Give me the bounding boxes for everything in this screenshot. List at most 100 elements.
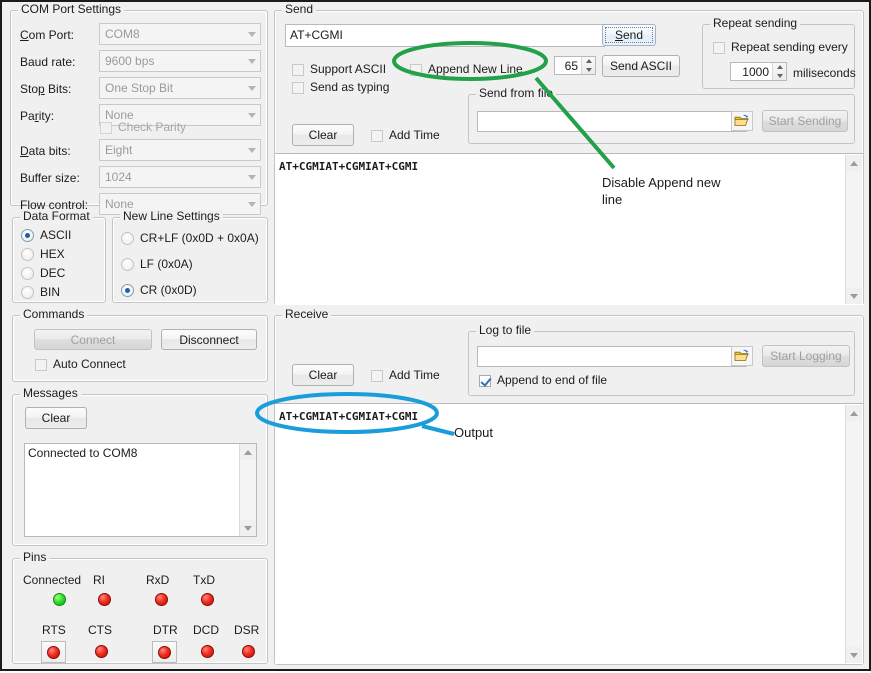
scroll-up-icon[interactable] xyxy=(846,405,862,421)
pin-led-ri xyxy=(98,593,111,606)
repeat-sending-checkbox[interactable]: Repeat sending every xyxy=(713,41,848,54)
pin-label-dtr: DTR xyxy=(153,623,178,637)
pin-led-rxd xyxy=(155,593,168,606)
pin-label-cts: CTS xyxy=(88,623,112,637)
scroll-down-icon[interactable] xyxy=(846,288,862,304)
baud-rate-combo[interactable]: 9600 bps xyxy=(99,50,261,72)
repeat-sending-label: Repeat sending every xyxy=(731,41,848,54)
start-logging-button[interactable]: Start Logging xyxy=(762,345,850,367)
data-bits-value: Eight xyxy=(105,143,132,157)
send-add-time-checkbox[interactable]: Add Time xyxy=(371,129,440,142)
pins-group: Pins Connected RI RxD TxD RTS CTS DTR DC… xyxy=(12,558,268,664)
radio-circle xyxy=(121,232,134,245)
blue-annotation-text: Output xyxy=(454,424,544,441)
radio-data-format-bin[interactable]: BIN xyxy=(21,286,60,299)
receive-clear-button[interactable]: Clear xyxy=(292,364,354,386)
pin-button-rts[interactable] xyxy=(41,641,66,663)
checkbox-box xyxy=(292,82,304,94)
start-sending-button[interactable]: Start Sending xyxy=(762,110,848,132)
send-from-file-path-input[interactable] xyxy=(477,111,747,132)
log-to-file-group: Log to file Start Logging Append to end … xyxy=(468,331,855,396)
receive-output-textarea[interactable]: AT+CGMIAT+CGMIAT+CGMI xyxy=(275,403,863,664)
pin-label-connected: Connected xyxy=(23,573,81,587)
messages-clear-button[interactable]: Clear xyxy=(25,407,87,429)
send-input-value: AT+CGMI xyxy=(290,28,343,42)
support-ascii-checkbox[interactable]: Support ASCII xyxy=(292,63,386,76)
spinner-arrows[interactable] xyxy=(772,63,786,80)
radio-circle xyxy=(121,258,134,271)
stop-bits-combo[interactable]: One Stop Bit xyxy=(99,77,261,99)
chevron-down-icon xyxy=(248,175,256,180)
spinner-up-icon xyxy=(777,65,783,69)
connect-button[interactable]: Connect xyxy=(34,329,152,350)
radio-data-format-dec[interactable]: DEC xyxy=(21,267,65,280)
repeat-sending-caption: Repeat sending xyxy=(710,17,800,29)
new-line-settings-group: New Line Settings CR+LF (0x0D + 0x0A) LF… xyxy=(112,217,268,303)
send-log-scrollbar[interactable] xyxy=(845,155,862,304)
checkbox-box xyxy=(292,64,304,76)
messages-scrollbar[interactable] xyxy=(239,444,256,536)
check-parity-label: Check Parity xyxy=(118,121,186,134)
append-new-line-checkbox[interactable]: Append New Line xyxy=(410,63,523,76)
pin-button-dtr[interactable] xyxy=(152,641,177,663)
send-as-typing-checkbox[interactable]: Send as typing xyxy=(292,81,389,94)
scroll-down-icon[interactable] xyxy=(240,520,256,536)
append-to-end-checkbox[interactable]: Append to end of file xyxy=(479,374,607,387)
log-to-file-browse-button[interactable] xyxy=(731,346,753,366)
radio-circle xyxy=(21,229,34,242)
send-log-textarea[interactable]: AT+CGMIAT+CGMIAT+CGMI xyxy=(275,153,863,305)
radio-label: CR+LF (0x0D + 0x0A) xyxy=(140,232,259,245)
send-from-file-browse-button[interactable] xyxy=(731,111,753,131)
radio-newline-lf[interactable]: LF (0x0A) xyxy=(121,258,193,271)
repeat-interval-value: 1000 xyxy=(731,64,772,80)
radio-label: DEC xyxy=(40,267,65,280)
data-bits-label: Data bits: xyxy=(20,144,71,158)
scroll-down-icon[interactable] xyxy=(846,647,862,663)
log-to-file-caption: Log to file xyxy=(476,324,534,336)
repeat-interval-spinner[interactable]: 1000 xyxy=(730,62,787,81)
radio-data-format-ascii[interactable]: ASCII xyxy=(21,229,71,242)
disconnect-button[interactable]: Disconnect xyxy=(161,329,257,350)
ascii-code-spinner[interactable]: 65 xyxy=(554,56,596,75)
buffer-size-combo[interactable]: 1024 xyxy=(99,166,261,188)
com-port-combo[interactable]: COM8 xyxy=(99,23,261,45)
parity-label: Parity: xyxy=(20,109,54,123)
new-line-settings-caption: New Line Settings xyxy=(120,210,223,222)
radio-newline-cr[interactable]: CR (0x0D) xyxy=(121,284,197,297)
data-bits-combo[interactable]: Eight xyxy=(99,139,261,161)
radio-circle xyxy=(121,284,134,297)
scroll-up-icon[interactable] xyxy=(240,444,256,460)
buffer-size-value: 1024 xyxy=(105,170,132,184)
pin-led-rts xyxy=(47,646,60,659)
radio-data-format-hex[interactable]: HEX xyxy=(21,248,65,261)
pin-led-dcd xyxy=(201,645,214,658)
repeat-sending-group: Repeat sending Repeat sending every 1000… xyxy=(702,24,855,89)
receive-add-time-checkbox[interactable]: Add Time xyxy=(371,369,440,382)
send-ascii-button[interactable]: Send ASCII xyxy=(602,55,680,77)
send-log-text: AT+CGMIAT+CGMIAT+CGMI xyxy=(279,159,845,174)
pin-led-txd xyxy=(201,593,214,606)
stop-bits-label: Stop Bits: xyxy=(20,82,71,96)
send-clear-label: Clear xyxy=(309,128,338,142)
send-add-time-label: Add Time xyxy=(389,129,440,142)
send-button[interactable]: Send xyxy=(602,24,656,46)
send-as-typing-label: Send as typing xyxy=(310,81,389,94)
checkbox-box xyxy=(371,130,383,142)
spinner-down-icon xyxy=(586,68,592,72)
messages-clear-label: Clear xyxy=(42,411,71,425)
send-clear-button[interactable]: Clear xyxy=(292,124,354,146)
pin-led-dsr xyxy=(242,645,255,658)
spinner-arrows[interactable] xyxy=(581,57,595,74)
messages-textarea[interactable]: Connected to COM8 xyxy=(24,443,257,537)
com-port-value: COM8 xyxy=(105,27,140,41)
check-parity-checkbox[interactable]: Check Parity xyxy=(100,121,186,134)
send-from-file-caption: Send from file xyxy=(476,87,556,99)
receive-output-scrollbar[interactable] xyxy=(845,405,862,663)
radio-circle xyxy=(21,248,34,261)
send-from-file-group: Send from file Start Sending xyxy=(468,94,855,144)
auto-connect-checkbox[interactable]: Auto Connect xyxy=(35,358,126,371)
radio-newline-crlf[interactable]: CR+LF (0x0D + 0x0A) xyxy=(121,232,259,245)
log-to-file-path-input[interactable] xyxy=(477,346,747,367)
send-input[interactable]: AT+CGMI xyxy=(285,24,605,47)
scroll-up-icon[interactable] xyxy=(846,155,862,171)
